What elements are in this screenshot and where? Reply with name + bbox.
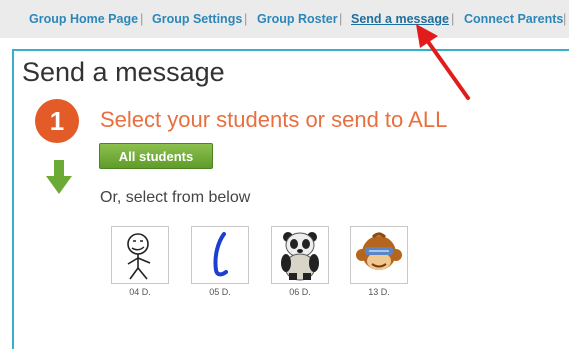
- student-avatar[interactable]: [191, 226, 249, 284]
- student-avatar[interactable]: [111, 226, 169, 284]
- nav-link-group-roster[interactable]: Group Roster: [257, 12, 338, 26]
- nav-link-group-home-page[interactable]: Group Home Page: [29, 12, 138, 26]
- top-navigation-bar: Group Home Page | Group Settings | Group…: [0, 0, 569, 38]
- nav-separator: |: [563, 11, 567, 26]
- student-name: 06 D.: [289, 287, 311, 297]
- student-name: 04 D.: [129, 287, 151, 297]
- nav-separator: |: [339, 11, 343, 26]
- all-students-button[interactable]: All students: [99, 143, 213, 169]
- student-card[interactable]: 04 D.: [111, 226, 169, 297]
- nav-link-send-a-message[interactable]: Send a message: [351, 12, 449, 26]
- page-title: Send a message: [22, 57, 225, 87]
- student-card[interactable]: 13 D.: [350, 226, 408, 297]
- down-arrow-icon: [46, 160, 72, 194]
- monkey-icon: [356, 232, 402, 270]
- blue-squiggle-icon: [213, 232, 228, 277]
- nav-separator: |: [451, 11, 455, 26]
- stick-figure-icon: [127, 233, 151, 280]
- student-card[interactable]: 06 D.: [271, 226, 329, 297]
- student-card[interactable]: 05 D.: [191, 226, 249, 297]
- nav-link-connect-parents[interactable]: Connect Parents: [464, 12, 563, 26]
- student-name: 13 D.: [368, 287, 390, 297]
- student-avatar[interactable]: [271, 226, 329, 284]
- step-number-badge: 1: [35, 99, 79, 143]
- step-heading: Select your students or send to ALL: [100, 107, 448, 132]
- student-avatar[interactable]: [350, 226, 408, 284]
- panda-icon: [281, 232, 319, 281]
- nav-separator: |: [140, 11, 144, 26]
- nav-link-group-settings[interactable]: Group Settings: [152, 12, 242, 26]
- send-message-panel: [12, 49, 569, 349]
- select-from-below-label: Or, select from below: [100, 189, 251, 206]
- student-name: 05 D.: [209, 287, 231, 297]
- nav-separator: |: [244, 11, 248, 26]
